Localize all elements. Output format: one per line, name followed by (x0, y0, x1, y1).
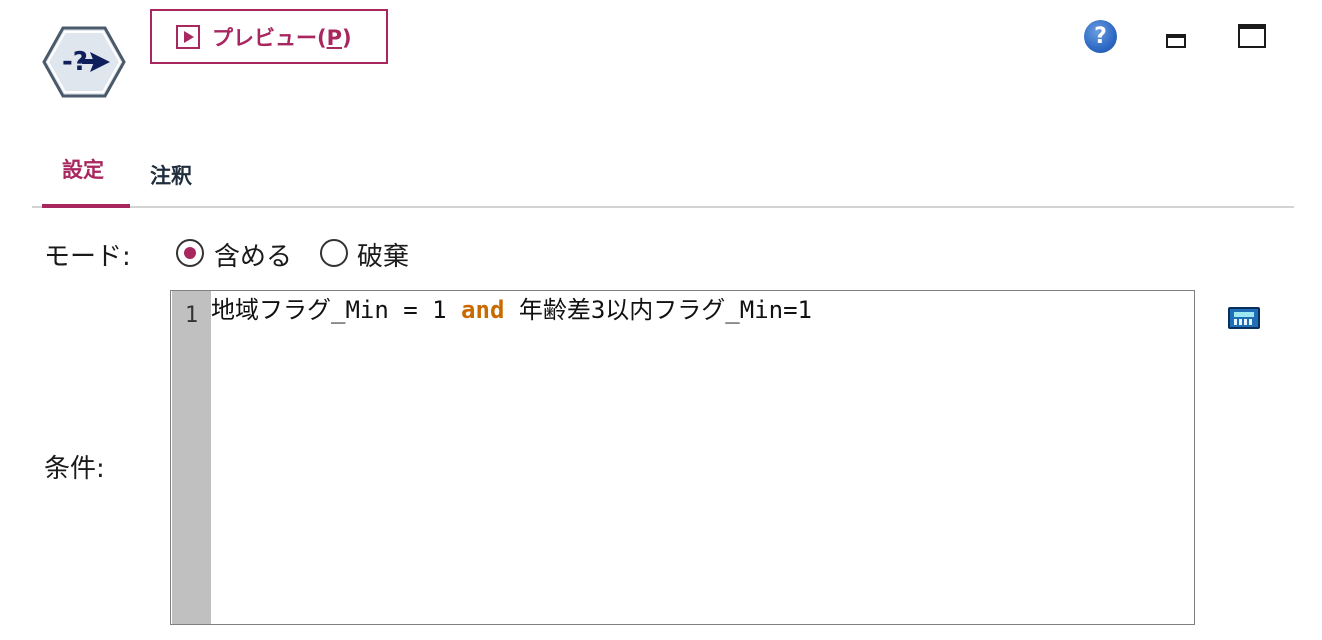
line-number: 1 (184, 303, 199, 328)
tab-settings[interactable]: 設定 (62, 154, 104, 184)
condition-label: 条件: (44, 454, 105, 484)
select-node-icon: -? (42, 26, 126, 98)
condition-editor[interactable]: 1 地域フラグ_Min = 1 and 年齢差3以内フラグ_Min=1 (170, 290, 1195, 625)
mode-label: モード: (44, 242, 131, 272)
expression-builder-icon[interactable] (1228, 307, 1260, 329)
tab-divider (32, 206, 1294, 208)
condition-code[interactable]: 地域フラグ_Min = 1 and 年齢差3以内フラグ_Min=1 (211, 295, 1190, 325)
code-keyword: and (461, 296, 505, 324)
help-icon[interactable]: ? (1084, 20, 1117, 53)
mode-include-radio[interactable] (176, 239, 204, 267)
preview-button[interactable]: プレビュー(P) (150, 9, 388, 64)
maximize-icon[interactable] (1238, 24, 1266, 48)
mode-discard-radio[interactable] (320, 239, 348, 267)
mode-include-label[interactable]: 含める (214, 236, 292, 273)
minimize-icon[interactable] (1166, 34, 1186, 48)
tab-bar: 設定 注釈 (32, 140, 1294, 208)
select-node-dialog: -? プレビュー(P) ? 設定 注釈 モード: 含める 破棄 条件: 1 地域… (0, 0, 1322, 640)
play-icon (176, 24, 200, 49)
tab-annotations[interactable]: 注釈 (150, 160, 192, 190)
code-text: 地域フラグ_Min = 1 (211, 296, 462, 324)
mode-discard-label[interactable]: 破棄 (357, 236, 409, 273)
active-tab-indicator (42, 204, 130, 208)
code-text-rest: 年齢差3以内フラグ_Min=1 (504, 296, 812, 324)
preview-button-label: プレビュー(P) (212, 25, 352, 50)
line-number-gutter: 1 (172, 291, 211, 624)
